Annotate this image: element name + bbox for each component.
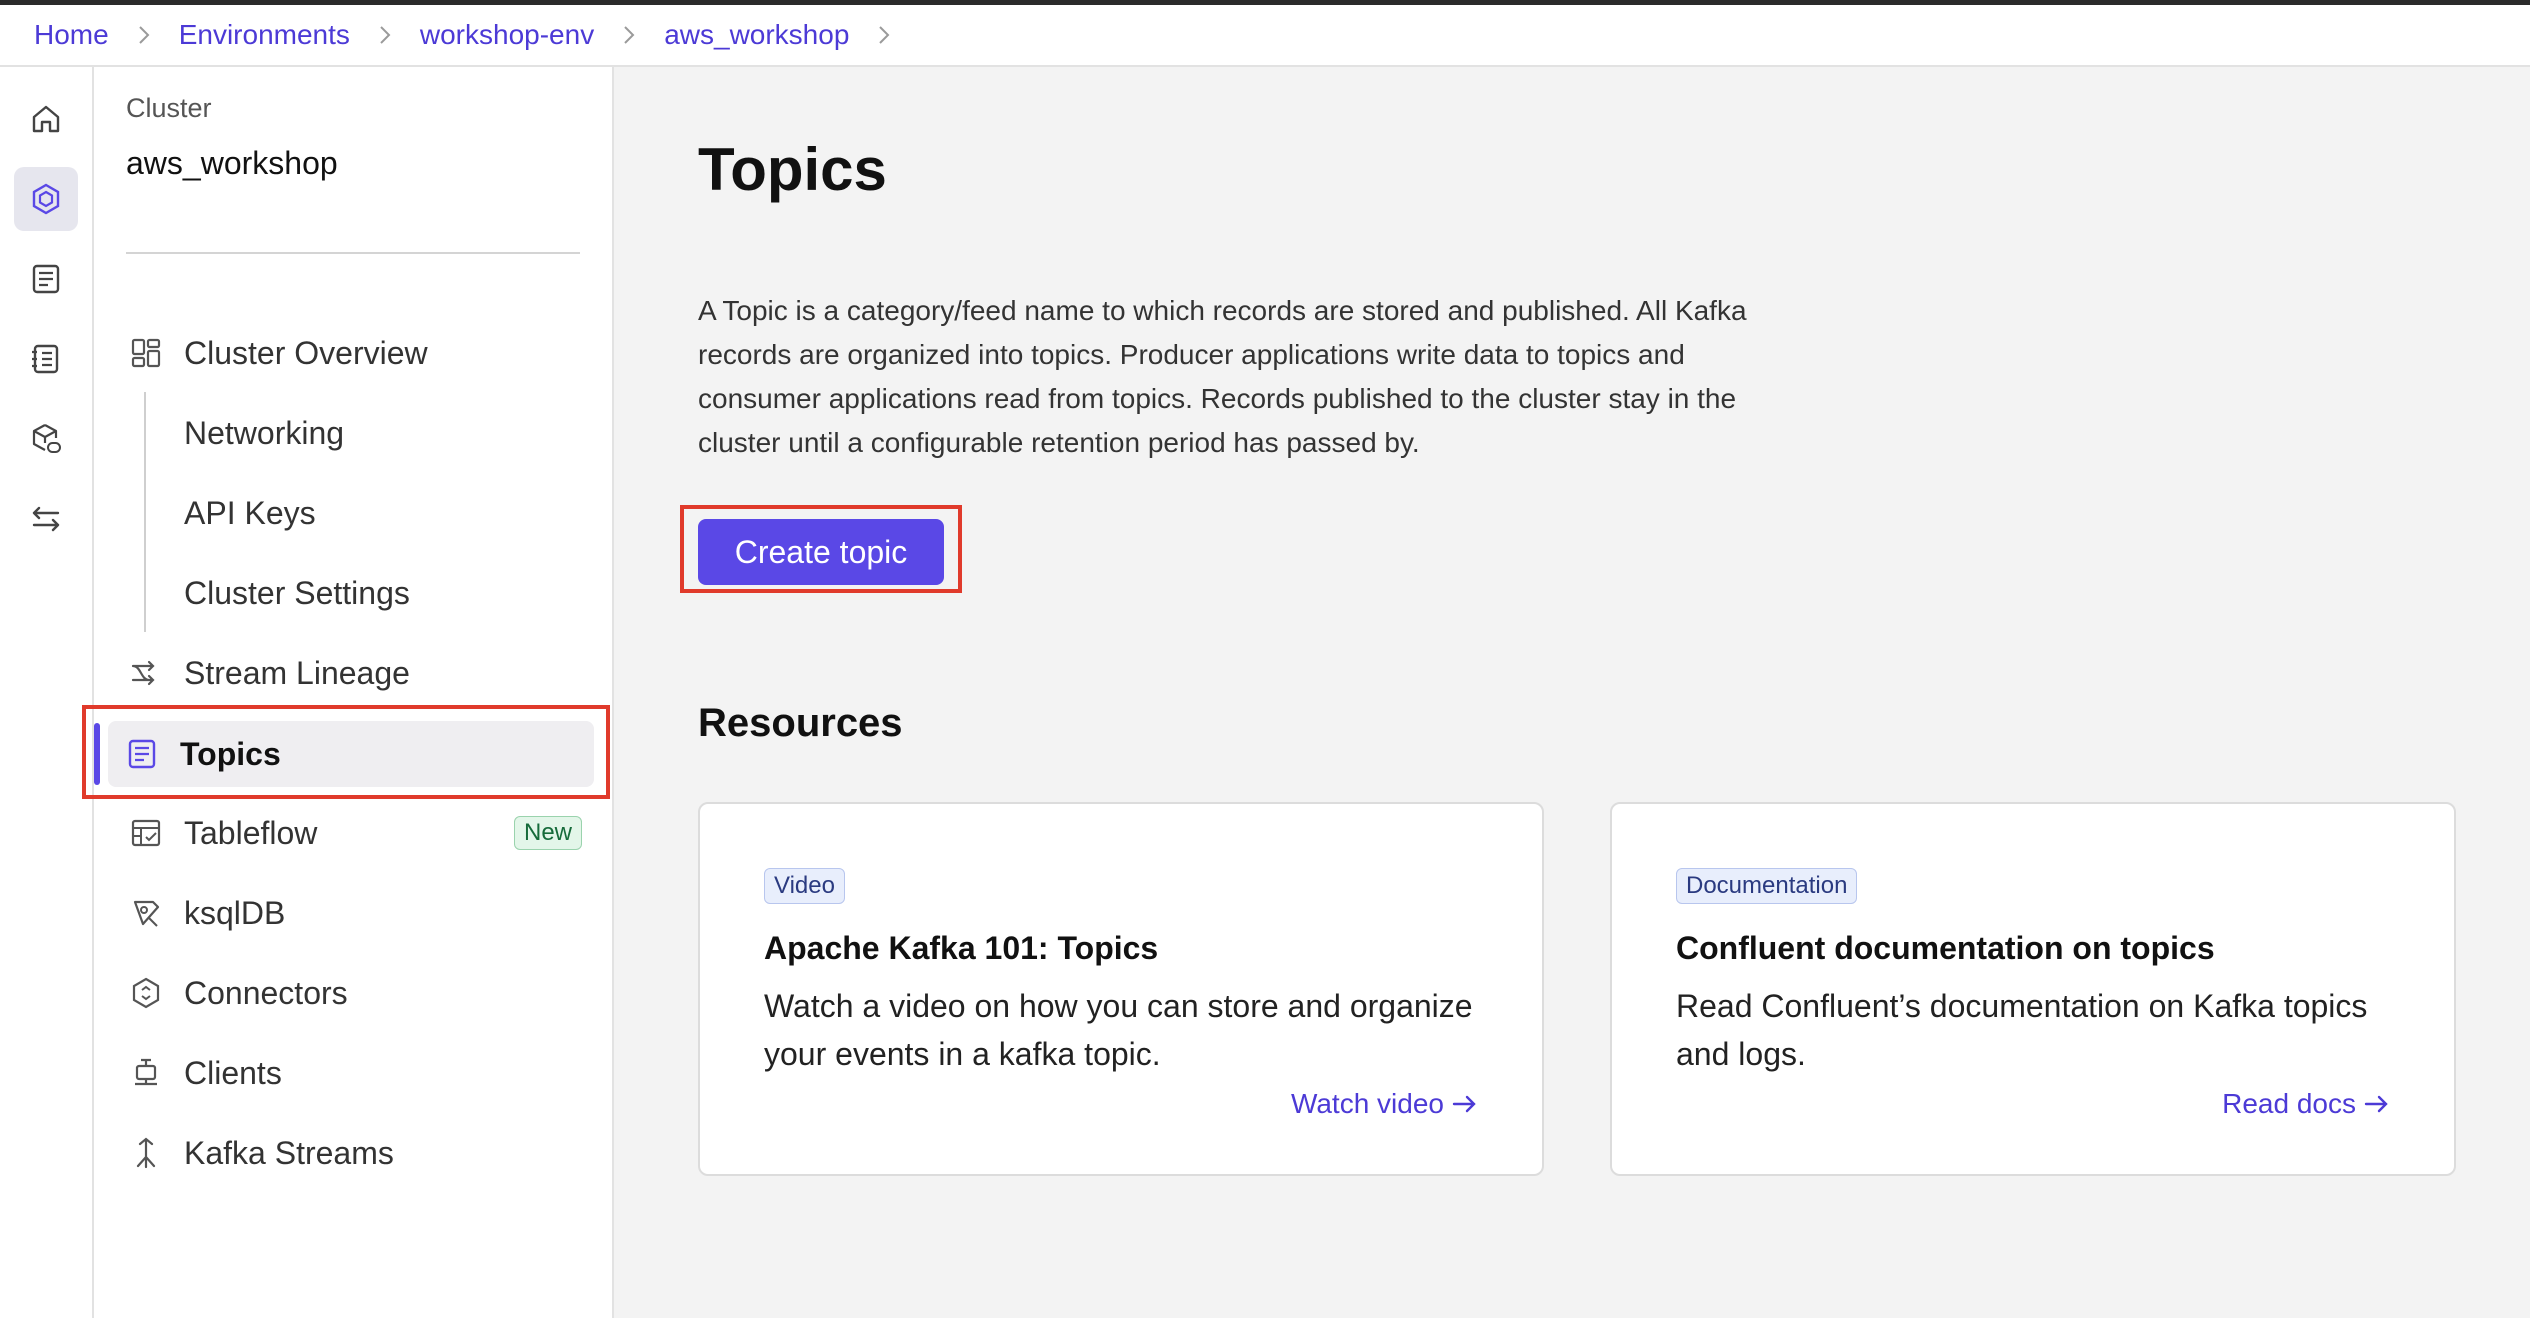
nav-kafka-streams[interactable]: Kafka Streams <box>112 1120 598 1186</box>
nav-label: Stream Lineage <box>184 654 410 691</box>
nav-tableflow[interactable]: Tableflow New <box>112 800 598 866</box>
resources-title: Resources <box>698 701 903 745</box>
create-topic-button[interactable]: Create topic <box>698 519 944 585</box>
card-title: Apache Kafka 101: Topics <box>764 930 1159 966</box>
rail-schema[interactable] <box>14 327 78 391</box>
nav-api-keys[interactable]: API Keys <box>112 480 598 546</box>
data-portal-icon <box>32 424 61 453</box>
arrow-right-icon <box>1452 1095 1476 1113</box>
breadcrumb-cluster[interactable]: aws_workshop <box>664 19 849 51</box>
nav-label: Cluster Settings <box>184 574 410 611</box>
cluster-name: aws_workshop <box>126 145 338 181</box>
resource-card-video: Video Apache Kafka 101: Topics Watch a v… <box>698 802 1544 1176</box>
new-badge: New <box>513 816 582 850</box>
nav-label: Tableflow <box>184 814 318 851</box>
watch-video-link[interactable]: Watch video <box>1291 1088 1478 1120</box>
clients-icon <box>128 1055 164 1091</box>
nav-label: Connectors <box>184 974 348 1011</box>
resource-card-docs: Documentation Confluent documentation on… <box>1610 802 2456 1176</box>
kafka-streams-icon <box>128 1135 164 1171</box>
schema-icon <box>32 344 59 374</box>
nav-label: API Keys <box>184 494 316 531</box>
main-content: Topics A Topic is a category/feed name t… <box>614 67 2530 1318</box>
nav-ksqldb[interactable]: ksqlDB <box>112 880 598 946</box>
chevron-right-icon <box>350 20 420 50</box>
nav-stream-lineage[interactable]: Stream Lineage <box>112 640 598 706</box>
topics-description: A Topic is a category/feed name to which… <box>698 295 1747 458</box>
breadcrumb: Home Environments workshop-env aws_works… <box>0 5 2530 67</box>
nav-label: Cluster Overview <box>184 334 428 371</box>
video-tag: Video <box>764 868 845 904</box>
read-docs-link[interactable]: Read docs <box>2222 1088 2390 1120</box>
cluster-sidenav: Cluster aws_workshop Cluster Overview Ne… <box>94 67 614 1318</box>
cluster-icon <box>32 183 60 215</box>
nav-cluster-overview[interactable]: Cluster Overview <box>112 320 598 386</box>
topics-icon <box>124 736 160 772</box>
ksqldb-icon <box>128 895 164 931</box>
nav-networking[interactable]: Networking <box>112 400 598 466</box>
icon-rail <box>0 67 94 1318</box>
chevron-right-icon <box>849 20 919 50</box>
cluster-label: Cluster <box>126 93 212 123</box>
lineage-icon <box>128 655 164 691</box>
nav-label: Kafka Streams <box>184 1134 394 1171</box>
topics-icon <box>32 264 60 294</box>
card-description: Watch a video on how you can store and o… <box>764 988 1473 1072</box>
breadcrumb-environments[interactable]: Environments <box>179 19 350 51</box>
chevron-right-icon <box>594 20 664 50</box>
transfer-icon <box>32 506 60 532</box>
nav-clients[interactable]: Clients <box>112 1040 598 1106</box>
breadcrumb-environment[interactable]: workshop-env <box>420 19 594 51</box>
home-icon <box>32 105 60 133</box>
chevron-right-icon <box>109 20 179 50</box>
connectors-icon <box>128 975 164 1011</box>
active-indicator <box>94 723 100 785</box>
nav-label: Networking <box>184 414 345 451</box>
card-title: Confluent documentation on topics <box>1676 930 2215 966</box>
nav-label: Clients <box>184 1054 282 1091</box>
rail-transfer[interactable] <box>14 487 78 551</box>
nav-cluster-settings[interactable]: Cluster Settings <box>112 560 598 626</box>
link-label: Read docs <box>2222 1088 2356 1119</box>
nav-connectors[interactable]: Connectors <box>112 960 598 1026</box>
card-description: Read Confluent’s documentation on Kafka … <box>1676 988 2368 1072</box>
documentation-tag: Documentation <box>1676 868 1858 904</box>
rail-topics[interactable] <box>14 247 78 311</box>
arrow-right-icon <box>2364 1095 2388 1113</box>
rail-data-portal[interactable] <box>14 407 78 471</box>
page-title: Topics <box>698 136 887 203</box>
link-label: Watch video <box>1290 1088 1444 1119</box>
rail-cluster[interactable] <box>14 167 78 231</box>
breadcrumb-home[interactable]: Home <box>34 19 109 51</box>
nav-topics[interactable]: Topics <box>108 721 594 787</box>
nav-label: ksqlDB <box>184 894 286 931</box>
tableflow-icon <box>128 815 164 851</box>
divider <box>126 252 580 254</box>
nav-label: Topics <box>180 735 281 772</box>
rail-home[interactable] <box>14 87 78 151</box>
dashboard-icon <box>128 335 164 371</box>
